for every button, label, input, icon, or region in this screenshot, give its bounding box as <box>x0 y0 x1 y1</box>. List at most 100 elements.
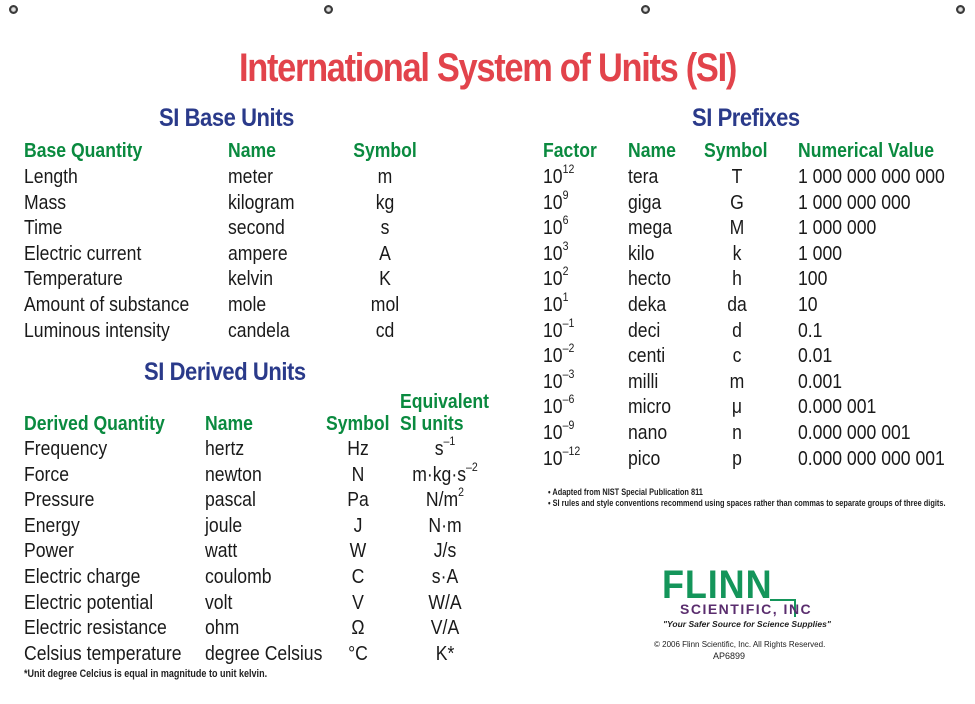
base-quantity: Time <box>24 217 63 240</box>
unit-name: mole <box>228 294 267 316</box>
column-header: Name <box>228 140 276 162</box>
equivalent-units-base: N/m <box>425 489 459 512</box>
unit-name: pascal <box>205 489 256 512</box>
prefix-factor-base: 10 <box>543 294 563 316</box>
unit-name: kilogram <box>228 191 295 214</box>
prefix-factor-base: 10 <box>543 242 563 265</box>
prefix-symbol: da <box>727 294 747 316</box>
equivalent-units: J/s <box>397 539 494 563</box>
prefix-note-2: • SI rules and style conventions recomme… <box>548 498 946 508</box>
unit-name: kelvin <box>228 268 274 291</box>
product-code: AP6899 <box>713 651 746 661</box>
prefix-factor: 10–1 <box>543 315 575 343</box>
unit-name: ampere <box>228 242 288 265</box>
derived-quantity: Electric potential <box>24 591 154 614</box>
equivalent-units-base: s <box>434 438 444 460</box>
prefix-factor-exponent: –1 <box>562 315 575 330</box>
prefix-factor-base: 10 <box>543 396 563 419</box>
derived-quantity: Celsius temperature <box>24 642 182 665</box>
prefix-factor: 10–12 <box>543 443 581 471</box>
unit-symbol: °C <box>348 642 368 665</box>
prefix-factor-exponent: 12 <box>562 162 575 176</box>
prefix-symbol: h <box>732 268 742 291</box>
prefix-symbol: c <box>732 345 742 368</box>
unit-symbol: s <box>380 217 390 240</box>
equivalent-units: s·A <box>397 565 494 589</box>
base-quantity: Luminous intensity <box>24 319 170 342</box>
prefix-symbol: n <box>732 422 742 444</box>
prefix-factor: 109 <box>543 189 568 215</box>
prefix-factor: 102 <box>543 265 568 291</box>
prefix-symbol: m <box>729 370 745 393</box>
unit-symbol: Hz <box>347 438 369 460</box>
prefix-name: kilo <box>628 242 655 265</box>
prefix-factor-base: 10 <box>543 166 563 188</box>
unit-name: ohm <box>205 617 240 640</box>
prefix-symbol: G <box>730 191 744 214</box>
prefix-value: 1 000 <box>798 242 843 265</box>
column-header: Symbol <box>704 140 768 162</box>
column-header: Symbol <box>353 140 417 162</box>
unit-symbol: K <box>379 268 391 291</box>
prefix-name: deci <box>628 319 661 342</box>
equivalent-units-base: s·A <box>431 566 459 588</box>
equivalent-units-exponent: –1 <box>443 434 456 448</box>
prefix-value: 0.001 <box>798 370 843 393</box>
grommet-icon <box>9 5 18 14</box>
equivalent-units: s–1 <box>397 434 494 461</box>
unit-symbol: mol <box>370 294 400 316</box>
derived-units-heading: SI Derived Units <box>144 358 306 386</box>
prefix-factor-exponent: –12 <box>562 443 581 458</box>
equivalent-units-exponent: 2 <box>458 485 465 500</box>
unit-name: degree Celsius <box>205 642 323 665</box>
unit-symbol: C <box>351 566 365 588</box>
prefix-name: deka <box>628 294 667 316</box>
prefix-value: 1 000 000 <box>798 217 877 240</box>
prefix-factor-exponent: –6 <box>562 392 575 407</box>
derived-quantity: Electric resistance <box>24 617 167 640</box>
prefix-factor-base: 10 <box>543 268 563 291</box>
equivalent-units: N·m <box>397 514 494 538</box>
derived-quantity: Force <box>24 463 69 486</box>
base-quantity: Electric current <box>24 242 142 265</box>
unit-symbol: V <box>352 591 364 614</box>
prefix-factor: 10–3 <box>543 366 575 394</box>
prefix-factor-exponent: –3 <box>562 366 575 381</box>
equivalent-units: W/A <box>397 591 494 615</box>
unit-symbol: Pa <box>347 489 369 512</box>
prefix-symbol: k <box>732 242 742 265</box>
prefix-factor: 10–6 <box>543 392 575 419</box>
prefix-factor: 10–9 <box>543 419 574 445</box>
prefix-value: 1 000 000 000 000 <box>798 166 945 188</box>
prefix-name: hecto <box>628 268 672 291</box>
derived-footnote: *Unit degree Celcius is equal in magnitu… <box>24 668 268 680</box>
grommet-icon <box>956 5 965 14</box>
equivalent-units-base: W/A <box>428 591 462 614</box>
prefix-factor-exponent: 3 <box>562 238 569 253</box>
prefix-name: nano <box>628 422 668 444</box>
prefix-factor-base: 10 <box>543 447 563 470</box>
unit-symbol: cd <box>375 319 395 342</box>
derived-quantity: Electric charge <box>24 566 141 588</box>
prefix-symbol: d <box>732 319 742 342</box>
equivalent-units-base: N·m <box>428 514 462 537</box>
column-header: Name <box>628 140 676 162</box>
unit-symbol: W <box>349 540 367 563</box>
prefix-value: 100 <box>798 268 828 291</box>
logo-tagline: "Your Safer Source for Science Supplies" <box>663 619 831 629</box>
prefix-factor: 106 <box>543 214 568 240</box>
prefix-symbol: T <box>731 166 743 188</box>
unit-name: coulomb <box>205 566 272 588</box>
equivalent-units-exponent: –2 <box>466 459 478 474</box>
equivalent-units: m·kg·s–2 <box>397 459 494 487</box>
equivalent-units: N/m2 <box>397 485 494 512</box>
prefix-symbol: M <box>729 217 745 240</box>
prefix-factor-base: 10 <box>543 191 563 214</box>
prefix-factor: 103 <box>543 238 569 266</box>
base-quantity: Mass <box>24 191 67 214</box>
prefix-factor: 10–2 <box>543 342 574 368</box>
prefix-value: 0.1 <box>798 319 823 342</box>
equivalent-units-base: V/A <box>430 617 460 640</box>
equivalent-units-base: J/s <box>433 540 457 563</box>
prefix-factor-base: 10 <box>543 370 563 393</box>
